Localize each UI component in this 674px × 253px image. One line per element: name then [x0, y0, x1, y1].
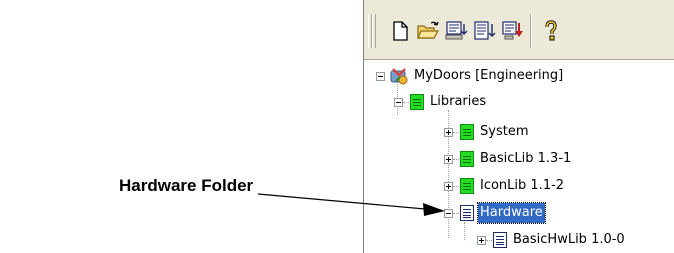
callout-arrow: [257, 193, 445, 216]
